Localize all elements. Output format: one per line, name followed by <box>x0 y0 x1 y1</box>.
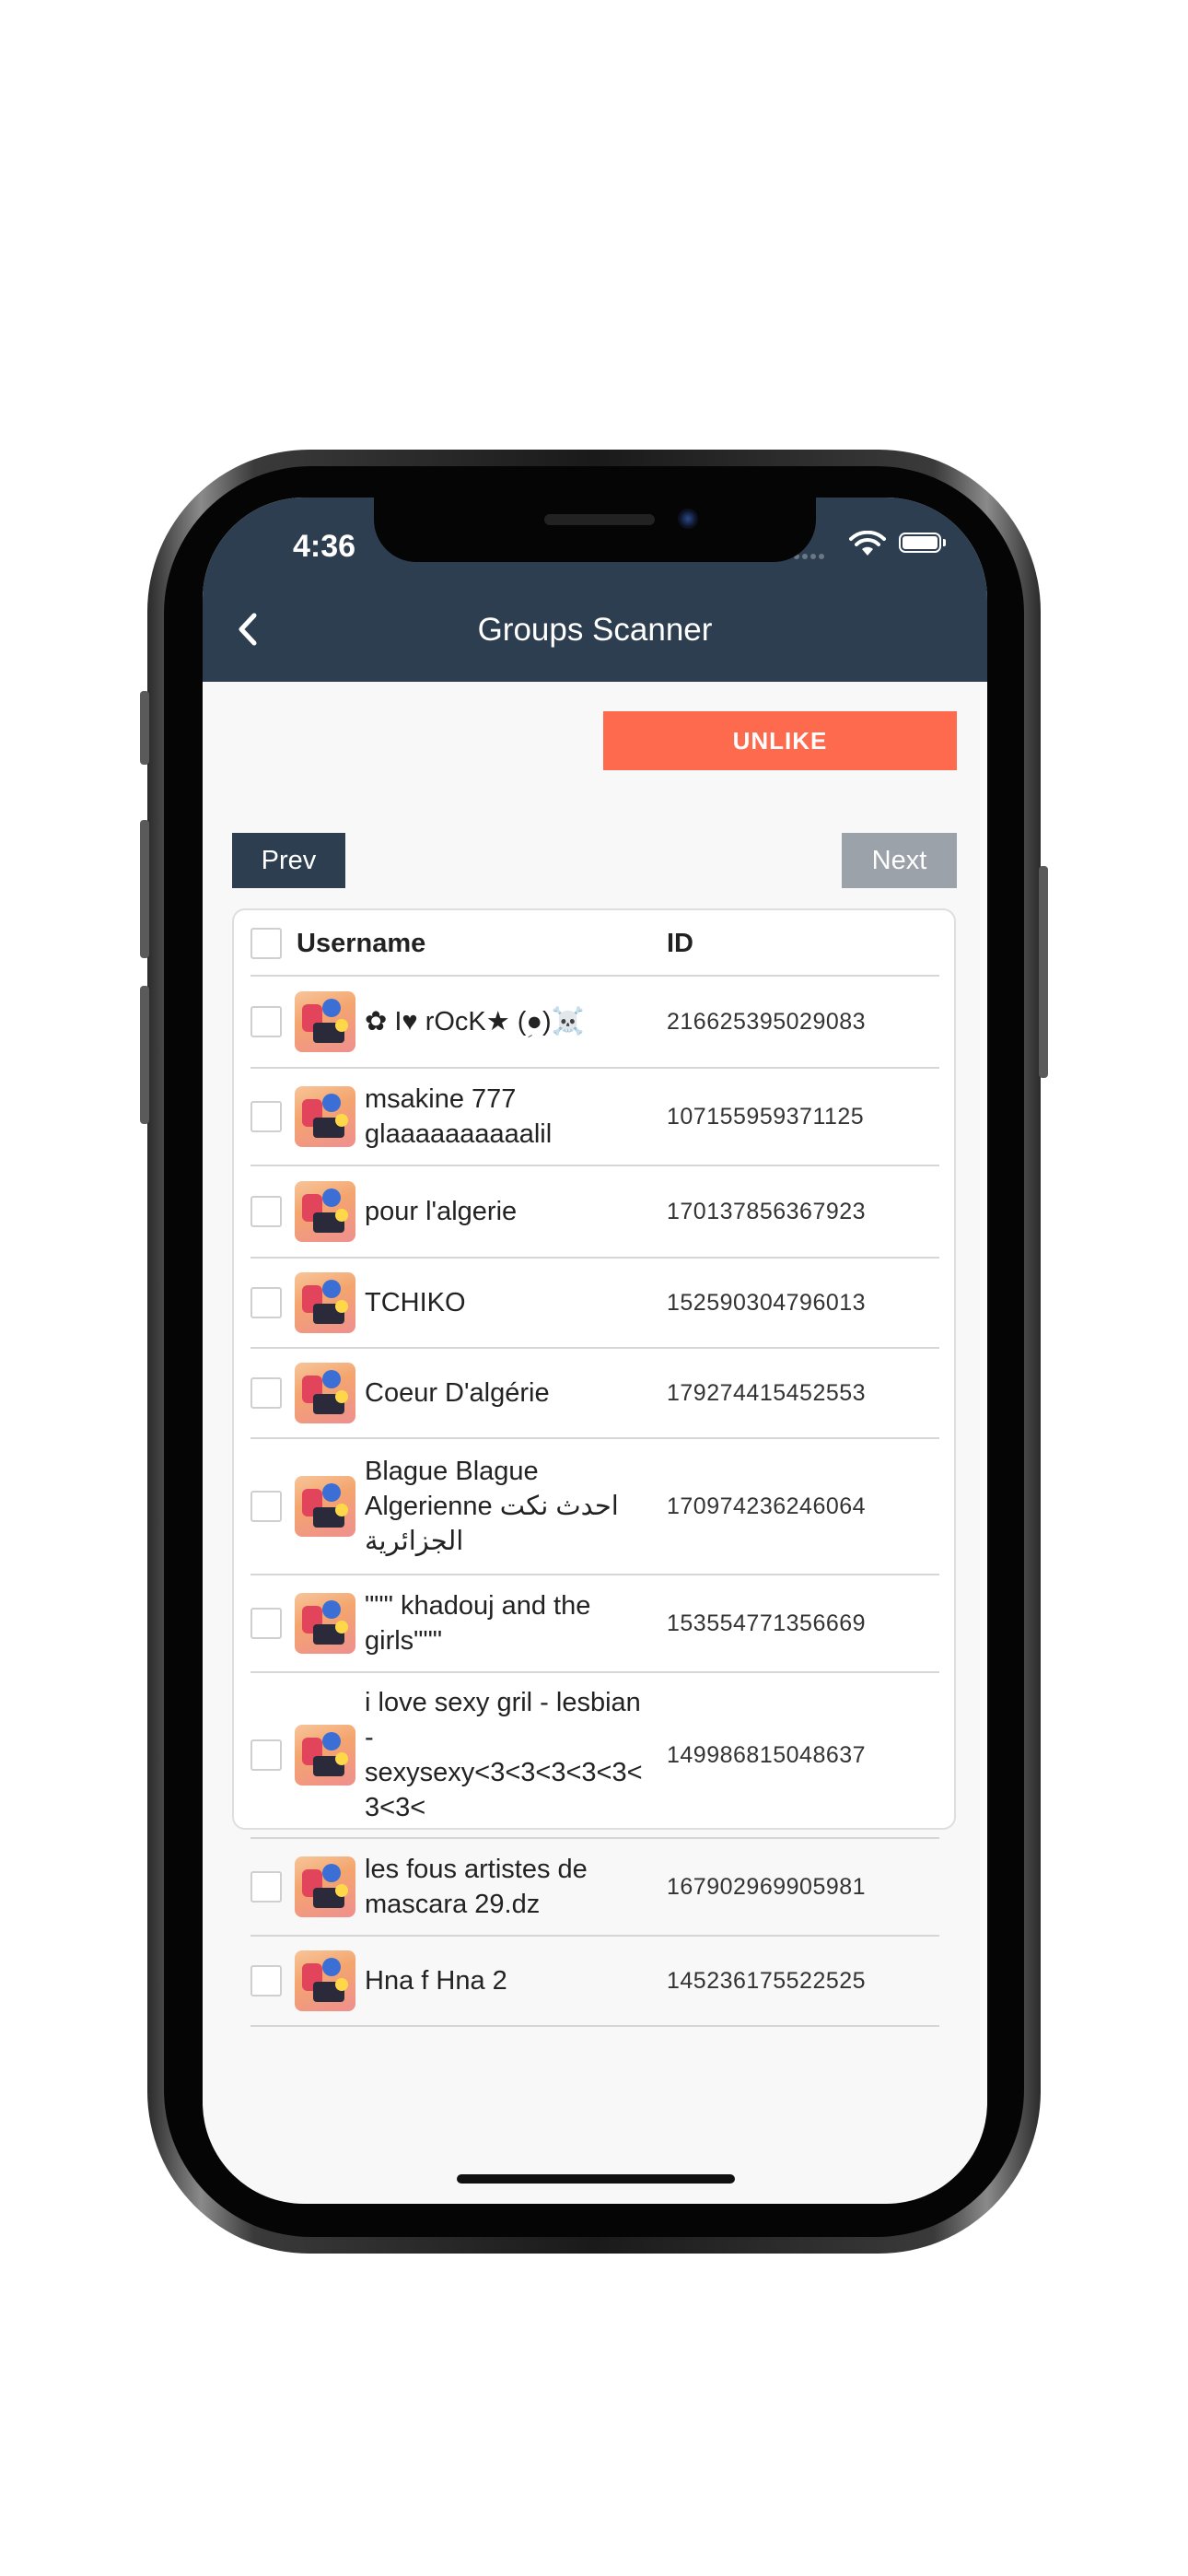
table-body: ✿ I♥ rOcK★ (ؚ●)☠️ 216625395029083 msakin… <box>250 977 939 2027</box>
row-username: TCHIKO <box>365 1288 466 1317</box>
row-username: pour l'algerie <box>365 1197 518 1226</box>
row-id: 107155959371125 <box>667 1103 865 1130</box>
table-row[interactable]: i love sexy gril - lesbian - sexysexy<3<… <box>250 1673 939 1839</box>
row-username: Hna f Hna 2 <box>365 1966 507 1996</box>
table-row[interactable]: pour l'algerie 170137856367923 <box>250 1166 939 1259</box>
row-username: Coeur D'algérie <box>365 1378 550 1408</box>
group-avatar <box>295 1856 355 1917</box>
silent-switch <box>140 691 149 765</box>
row-id: 167902969905981 <box>667 1873 867 1900</box>
row-checkbox[interactable] <box>250 1006 282 1037</box>
row-username: Blague Blague Algerienne احدث نكت الجزائ… <box>365 1457 619 1556</box>
table-header: Username ID <box>250 910 939 977</box>
row-username: """ khadouj and the girls""" <box>365 1591 591 1656</box>
volume-down-button <box>140 986 149 1124</box>
row-username: i love sexy gril - lesbian - sexysexy<3<… <box>365 1688 643 1822</box>
table-row[interactable]: Hna f Hna 2 145236175522525 <box>250 1937 939 2027</box>
status-time: 4:36 <box>292 529 356 564</box>
next-page-button[interactable]: Next <box>842 833 957 888</box>
power-button <box>1039 866 1048 1078</box>
row-checkbox[interactable] <box>250 1491 282 1522</box>
group-avatar <box>295 1181 355 1242</box>
row-checkbox[interactable] <box>250 1608 282 1639</box>
group-avatar <box>295 1725 355 1786</box>
front-camera <box>678 509 698 529</box>
table-row[interactable]: Coeur D'algérie 179274415452553 <box>250 1349 939 1439</box>
page-title: Groups Scanner <box>477 612 713 648</box>
battery-icon <box>899 533 941 553</box>
table-row[interactable]: Blague Blague Algerienne احدث نكت الجزائ… <box>250 1439 939 1575</box>
unlike-button[interactable]: UNLIKE <box>603 711 957 770</box>
groups-table: Username ID ✿ I♥ rOcK★ (ؚ●)☠️ 2166253950… <box>232 908 956 2027</box>
row-checkbox[interactable] <box>250 1101 282 1132</box>
volume-up-button <box>140 820 149 958</box>
row-checkbox[interactable] <box>250 1377 282 1409</box>
wifi-icon <box>849 531 886 556</box>
group-avatar <box>295 1950 355 2011</box>
table-row[interactable]: les fous artistes de mascara 29.dz 16790… <box>250 1839 939 1937</box>
row-checkbox[interactable] <box>250 1196 282 1227</box>
column-header-username: Username <box>297 929 426 958</box>
app-screen: 4:36 Groups Scanner UNLIKE Prev Next Use… <box>203 498 987 2204</box>
row-id: 170137856367923 <box>667 1198 867 1224</box>
row-id: 216625395029083 <box>667 1008 867 1035</box>
column-header-id: ID <box>667 929 693 958</box>
group-avatar <box>295 1593 355 1654</box>
row-id: 170974236246064 <box>667 1493 867 1519</box>
status-icons <box>794 531 950 559</box>
prev-page-button[interactable]: Prev <box>232 833 345 888</box>
earpiece-speaker <box>544 514 655 525</box>
row-username: msakine 777 glaaaaaaaaaalil <box>365 1084 553 1149</box>
table-row[interactable]: msakine 777 glaaaaaaaaaalil 107155959371… <box>250 1069 939 1166</box>
row-username: les fous artistes de mascara 29.dz <box>365 1855 588 1919</box>
group-avatar <box>295 991 355 1052</box>
table-row[interactable]: """ khadouj and the girls""" 15355477135… <box>250 1575 939 1673</box>
row-id: 153554771356669 <box>667 1610 867 1636</box>
row-username: ✿ I♥ rOcK★ (ؚ●)☠️ <box>365 1007 585 1036</box>
group-avatar <box>295 1086 355 1147</box>
group-avatar <box>295 1363 355 1423</box>
row-id: 145236175522525 <box>667 1967 867 1994</box>
battery-nub <box>943 539 946 546</box>
select-all-checkbox[interactable] <box>250 928 282 959</box>
group-avatar <box>295 1476 355 1537</box>
row-checkbox[interactable] <box>250 1739 282 1771</box>
device-notch <box>374 498 816 562</box>
row-id: 149986815048637 <box>667 1741 867 1768</box>
home-indicator[interactable] <box>457 2174 735 2184</box>
row-checkbox[interactable] <box>250 1871 282 1903</box>
row-id: 152590304796013 <box>667 1289 867 1316</box>
row-checkbox[interactable] <box>250 1965 282 1996</box>
row-checkbox[interactable] <box>250 1287 282 1318</box>
row-id: 179274415452553 <box>667 1379 867 1406</box>
table-row[interactable]: ✿ I♥ rOcK★ (ؚ●)☠️ 216625395029083 <box>250 977 939 1069</box>
group-avatar <box>295 1272 355 1333</box>
table-row[interactable]: TCHIKO 152590304796013 <box>250 1259 939 1349</box>
